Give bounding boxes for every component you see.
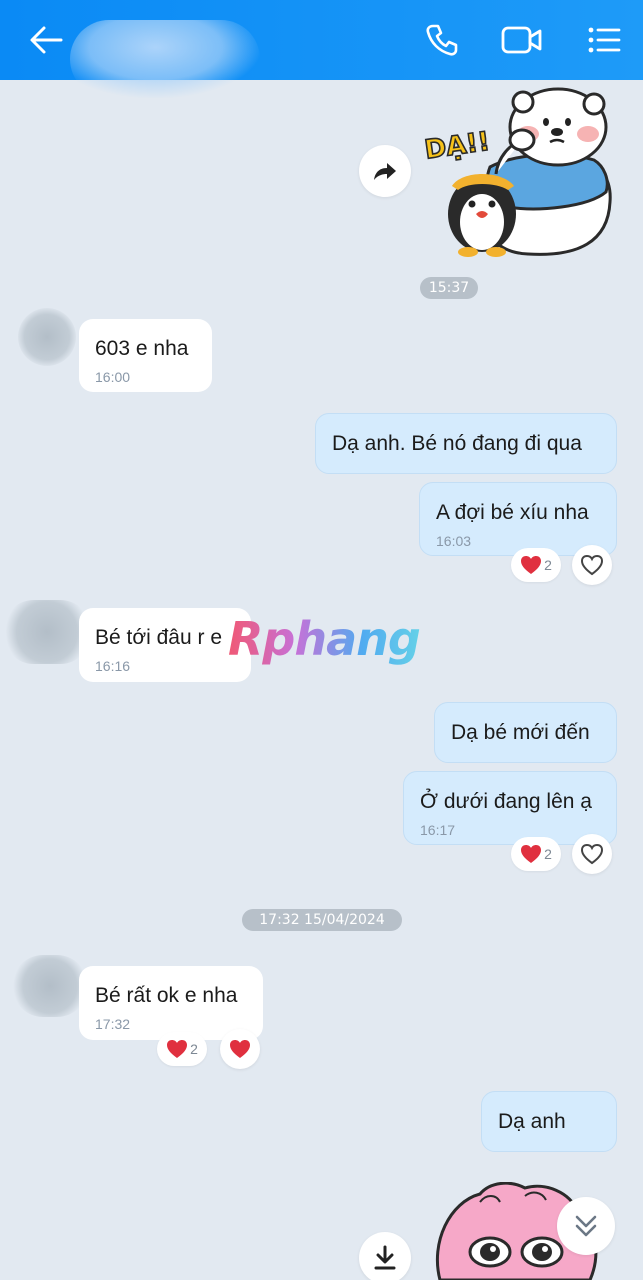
avatar[interactable]: [18, 308, 76, 366]
heart-icon: [521, 845, 542, 863]
message-text: Bé tới đâu r e: [95, 626, 223, 649]
message-bubble-incoming[interactable]: 603 e nha 16:00: [79, 319, 212, 392]
contact-name-blurred[interactable]: [70, 20, 260, 98]
message-text: Ở dưới đang lên ạ: [420, 790, 592, 813]
heart-icon: [521, 556, 542, 574]
scroll-to-bottom-button[interactable]: [557, 1197, 615, 1255]
message-text: Dạ bé mới đến: [451, 721, 590, 744]
video-camera-icon: [501, 26, 542, 54]
back-button[interactable]: [24, 18, 68, 62]
heart-icon: [230, 1040, 250, 1058]
heart-icon: [167, 1040, 188, 1058]
watermark: Rphang: [228, 612, 421, 666]
reaction-summary[interactable]: 2: [157, 1032, 207, 1066]
forward-button[interactable]: [359, 145, 411, 197]
react-button[interactable]: [572, 834, 612, 874]
chat-header: [0, 0, 643, 98]
message-time: 16:17: [420, 822, 456, 838]
reaction-summary[interactable]: 2: [511, 548, 561, 582]
reaction-count: 2: [190, 1041, 198, 1057]
download-button[interactable]: [359, 1232, 411, 1280]
message-bubble-incoming[interactable]: Bé tới đâu r e 16:16: [79, 608, 251, 682]
menu-button[interactable]: [582, 18, 626, 62]
message-bubble-outgoing[interactable]: Ở dưới đang lên ạ 16:17: [403, 771, 617, 845]
react-button[interactable]: [220, 1029, 260, 1069]
reaction-summary[interactable]: 2: [511, 837, 561, 871]
message-time: 16:16: [95, 658, 131, 674]
forward-arrow-icon: [374, 163, 396, 180]
message-text: Bé rất ok e nha: [95, 984, 238, 1007]
double-chevron-down-icon: [575, 1215, 597, 1237]
message-text: Dạ anh. Bé nó đang đi qua: [332, 432, 582, 455]
reaction-count: 2: [544, 557, 552, 573]
react-button[interactable]: [572, 545, 612, 585]
phone-icon: [426, 24, 458, 56]
message-bubble-outgoing[interactable]: Dạ anh: [481, 1091, 617, 1152]
video-call-button[interactable]: [500, 18, 544, 62]
message-time: 17:32: [95, 1016, 131, 1032]
sticker-caption: DẠ!!: [423, 127, 492, 166]
date-separator: 17:32 15/04/2024: [242, 909, 402, 931]
message-text: A đợi bé xíu nha: [436, 501, 589, 524]
sticker-polar-bear[interactable]: DẠ!!: [418, 82, 618, 260]
message-text: Dạ anh: [498, 1110, 566, 1133]
call-button[interactable]: [420, 18, 464, 62]
list-menu-icon: [588, 27, 621, 53]
message-text: 603 e nha: [95, 337, 189, 360]
message-time: 16:03: [436, 533, 472, 549]
message-bubble-outgoing[interactable]: Dạ bé mới đến: [434, 702, 617, 763]
heart-outline-icon: [580, 554, 604, 576]
arrow-left-icon: [30, 26, 63, 54]
download-icon: [374, 1245, 396, 1270]
avatar[interactable]: [12, 955, 88, 1017]
heart-outline-icon: [580, 843, 604, 865]
message-time: 16:00: [95, 369, 131, 385]
time-separator: 15:37: [420, 277, 478, 299]
reaction-count: 2: [544, 846, 552, 862]
message-bubble-outgoing[interactable]: Dạ anh. Bé nó đang đi qua: [315, 413, 617, 474]
